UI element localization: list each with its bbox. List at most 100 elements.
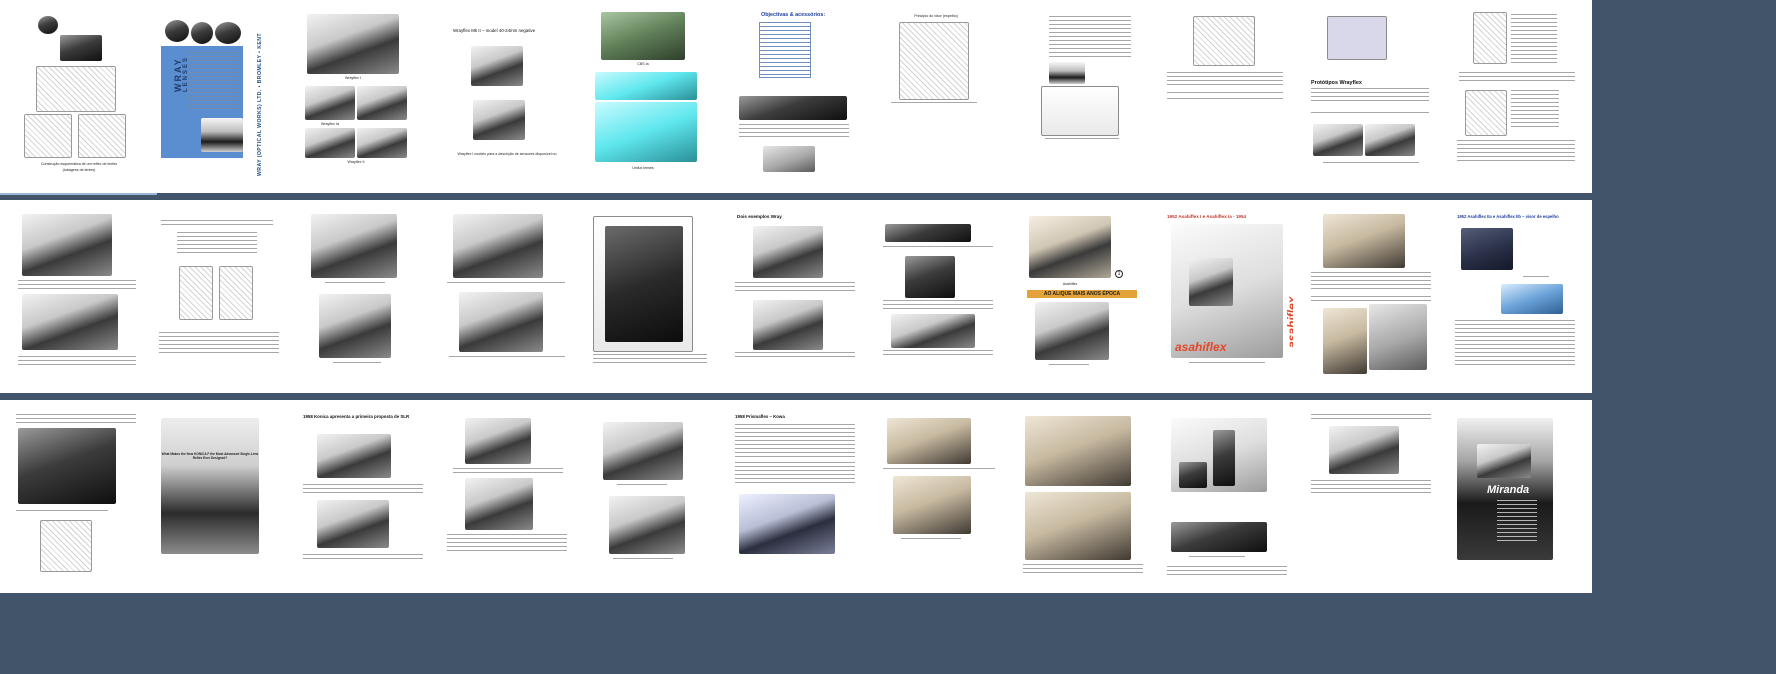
body-text [883, 468, 995, 472]
page-thumbnail[interactable]: Wrayflex I Wrayflex Ia Wrayflex II [285, 0, 440, 193]
diagram-image [1041, 86, 1119, 136]
camera-photo [887, 418, 971, 464]
lens-photo [601, 12, 685, 60]
camera-photo [1035, 302, 1109, 360]
lens-cross-section-photo [739, 96, 847, 120]
camera-photo [1189, 258, 1233, 306]
camera-internals-photo [1461, 228, 1513, 270]
page-thumbnail[interactable]: 1 Asahiflex AO ALIQUE MAIS ANOS ÉPOCA [1005, 200, 1160, 393]
diagram-image [219, 266, 253, 320]
page-heading: Wrayflex Mk II – model 40-24mm negative [453, 28, 536, 33]
diagram-image [899, 22, 969, 100]
page-heading: Objectivas & acessórios: [761, 12, 826, 18]
page-thumbnail[interactable] [0, 400, 155, 593]
page-thumbnail[interactable] [1149, 0, 1304, 193]
camera-photo [357, 86, 407, 120]
camera-photo [317, 434, 391, 478]
page-thumbnail[interactable]: 1952 Asahiflex IIa e Asahiflex IIb – vis… [1437, 200, 1592, 393]
diagram-image [1193, 16, 1255, 66]
page-thumbnail[interactable] [861, 200, 1016, 393]
body-text [161, 220, 273, 228]
body-text [303, 484, 423, 496]
page-thumbnail[interactable]: Protótipos Wrayflex [1293, 0, 1448, 193]
body-text [1167, 72, 1283, 86]
brochure-text [187, 52, 239, 112]
page-thumbnail[interactable] [1149, 400, 1304, 593]
page-heading: 1958 Prismaflex – Kowa [735, 414, 785, 419]
caption: Asahiflex [1062, 282, 1078, 286]
camera-photo [893, 476, 971, 534]
page-heading: Dois exemplos Wray [737, 214, 782, 219]
lens-photo [165, 20, 189, 42]
lens-photo [763, 146, 815, 172]
camera-photo [609, 496, 685, 554]
page-thumbnail[interactable] [573, 200, 728, 393]
page-thumbnail[interactable]: Princípio do visor (espelho) [861, 0, 1016, 193]
camera-photo [753, 226, 823, 278]
page-thumbnail[interactable] [429, 400, 584, 593]
camera-photo [22, 214, 112, 276]
camera-photo [1025, 492, 1131, 560]
body-text [1459, 72, 1575, 84]
page-thumbnail[interactable]: 1958 Prismaflex – Kowa [717, 400, 872, 593]
page-thumbnail[interactable] [573, 400, 728, 593]
camera-photo [891, 314, 975, 348]
body-text [891, 102, 977, 106]
page-thumbnail[interactable]: CBS Ia Unilux lenses [573, 0, 728, 193]
page-thumbnail[interactable] [285, 200, 440, 393]
page-thumbnail[interactable]: Dois exemplos Wray [717, 200, 872, 393]
camera-photo [465, 418, 531, 464]
page-thumbnail[interactable] [141, 200, 296, 393]
diagram-image [78, 114, 126, 158]
camera-photo [22, 294, 118, 350]
page-heading: 1958 Konica apresenta a primeira propost… [303, 414, 410, 419]
camera-photo [1323, 214, 1405, 268]
camera-stand-photo [605, 226, 683, 342]
body-text [1455, 320, 1575, 368]
body-text [1167, 98, 1283, 102]
advertisement-image [161, 418, 259, 554]
camera-back-photo [18, 428, 116, 504]
page-thumbnail[interactable]: Construção esquemática de um reflex de l… [0, 0, 157, 195]
page-thumbnail[interactable] [1005, 400, 1160, 593]
body-text [735, 282, 855, 294]
body-text [447, 534, 567, 554]
body-text [735, 352, 855, 360]
caption: Unilux lenses [632, 166, 654, 170]
page-thumbnail[interactable] [429, 200, 584, 393]
camera-photo [465, 478, 533, 530]
camera-photo [1029, 216, 1111, 278]
page-thumbnail[interactable]: What Makes the New KONICA F the Most Adv… [141, 400, 296, 593]
body-text [735, 462, 855, 484]
camera-photo [1313, 124, 1363, 156]
camera-photo [459, 292, 543, 352]
page-thumbnail[interactable]: Objectivas & acessórios: [717, 0, 872, 193]
page-thumbnail[interactable] [0, 200, 155, 393]
body-text [735, 424, 855, 458]
page-thumbnail[interactable]: Wrayflex Mk II – model 40-24mm negative … [429, 0, 584, 193]
diagram-image [36, 66, 116, 112]
body-text [883, 350, 993, 358]
page-thumbnail[interactable] [1005, 0, 1160, 193]
body-text [453, 468, 563, 474]
body-text [325, 282, 385, 286]
camera-photo [201, 118, 243, 152]
body-text [16, 510, 108, 514]
body-text [447, 282, 565, 286]
page-thumbnail[interactable] [1293, 400, 1448, 593]
page-thumbnail[interactable]: Miranda [1437, 400, 1592, 593]
page-thumbnail[interactable] [1437, 0, 1592, 193]
camera-photo [357, 128, 407, 158]
page-thumbnail[interactable] [1293, 200, 1448, 393]
body-text [449, 356, 565, 360]
camera-photo [1477, 444, 1531, 478]
camera-photo [1049, 62, 1085, 84]
diagram-image [179, 266, 213, 320]
camera-photo [305, 128, 355, 158]
body-text [1457, 140, 1575, 164]
lens-photo [60, 35, 102, 61]
page-thumbnail[interactable] [861, 400, 1016, 593]
page-thumbnail[interactable]: 1958 Konica apresenta a primeira propost… [285, 400, 440, 593]
page-thumbnail[interactable]: WRAY LENSES WRAY (OPTICAL WORKS) LTD. • … [141, 0, 296, 193]
page-thumbnail[interactable]: 1952 Asahiflex I e Asahiflex Ia - 1954 a… [1149, 200, 1304, 393]
